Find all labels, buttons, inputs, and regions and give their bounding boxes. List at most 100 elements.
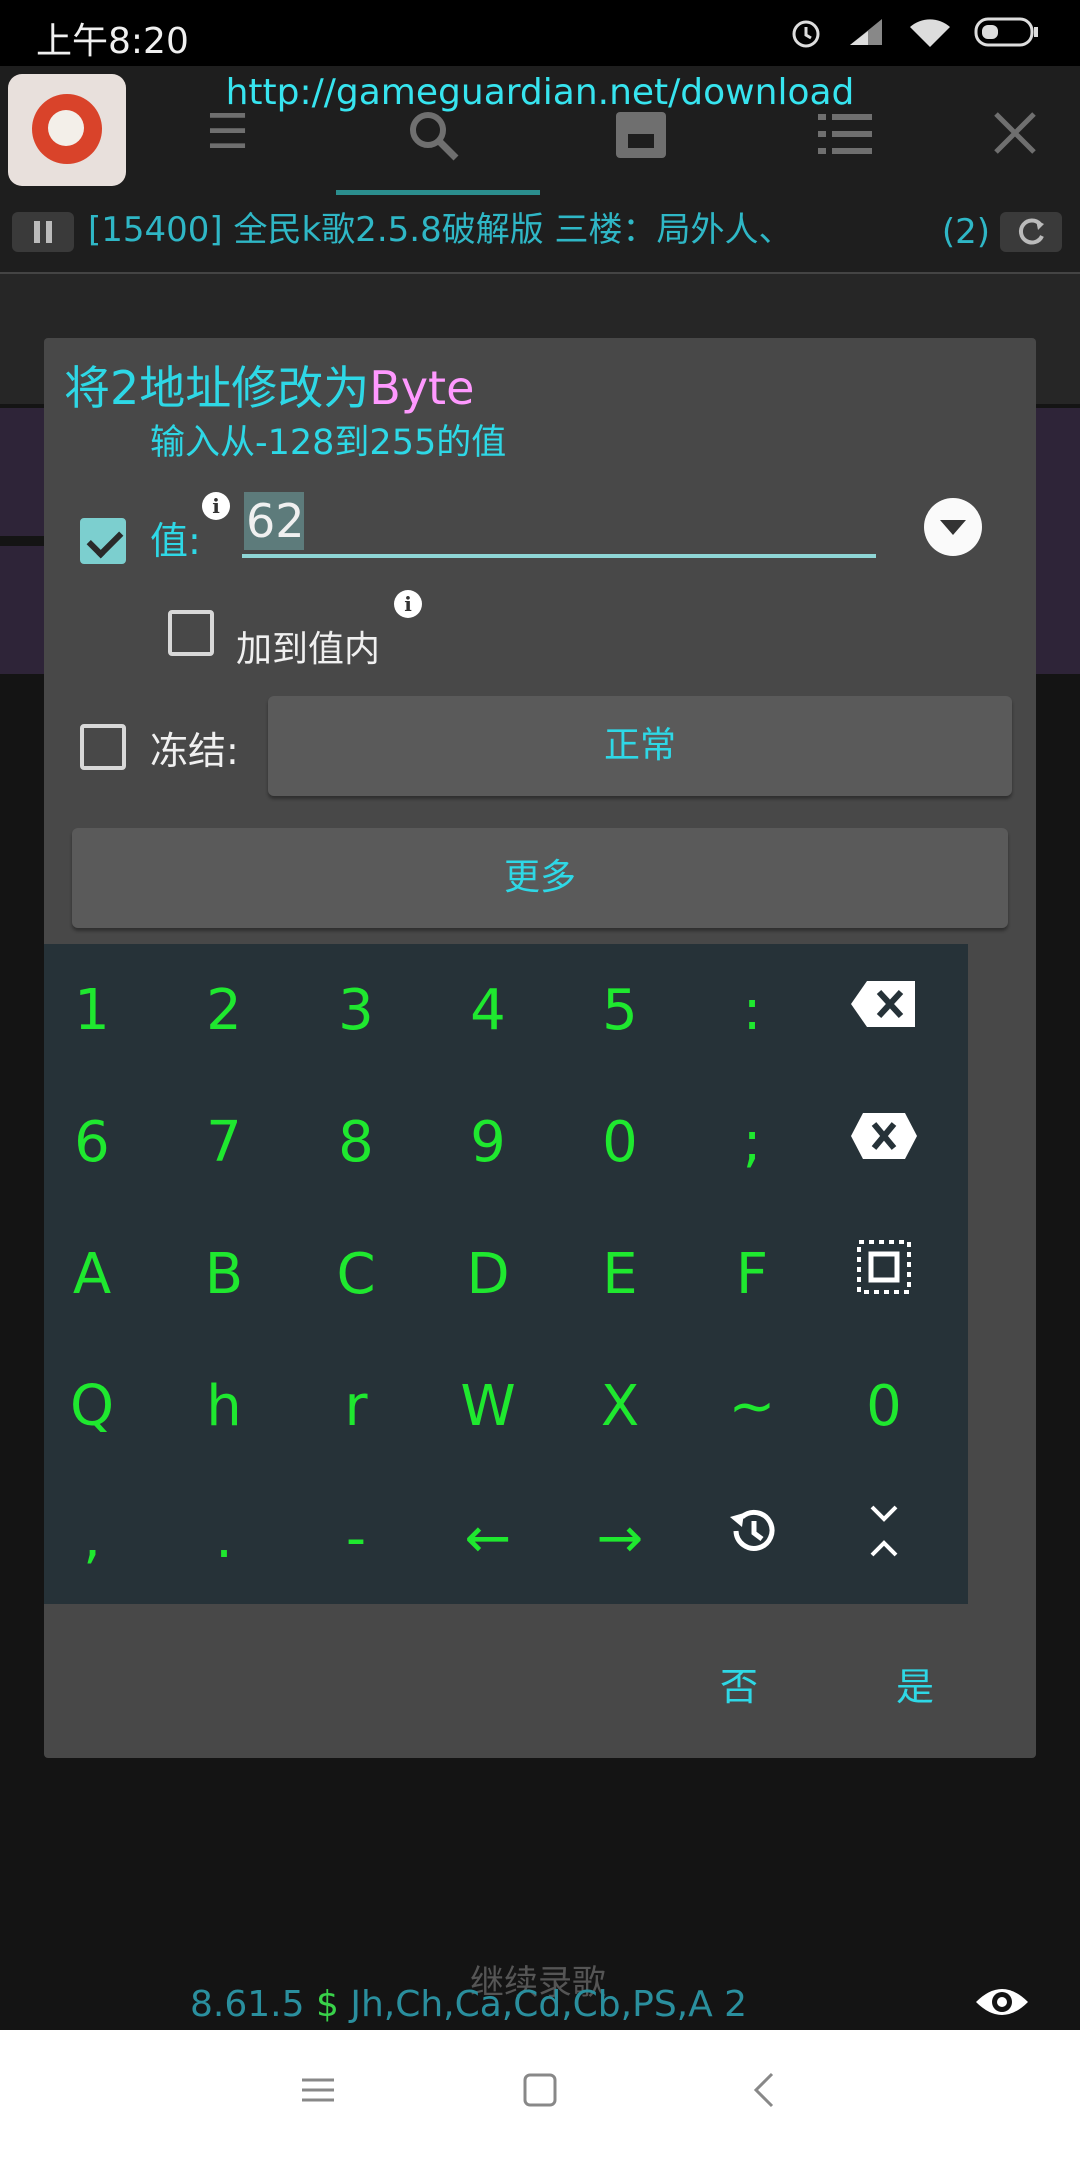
key-D[interactable]: D	[422, 1208, 554, 1340]
dialog-title: 将2地址修改为Byte	[64, 352, 474, 418]
key-semicolon[interactable]: ;	[686, 1076, 818, 1208]
wifi-icon	[910, 19, 950, 47]
battery-icon	[974, 17, 1038, 47]
key-label: 3	[338, 977, 374, 1043]
key-E[interactable]: E	[554, 1208, 686, 1340]
key-colon[interactable]: :	[686, 944, 818, 1076]
hex-keyboard: 1 2 3 4 5: 6 7 8 9 0; A B C D E F Qh r W X ~0,. - ← →	[44, 944, 968, 1604]
collapse-key[interactable]	[818, 1472, 950, 1604]
result-row-bg	[0, 408, 44, 536]
dialog-title-type: Byte	[369, 361, 475, 415]
status-icons	[788, 14, 1040, 50]
process-count: (2)	[941, 212, 990, 252]
process-label[interactable]: [15400] 全民k歌2.5.8破解版 三楼：局外人、	[88, 202, 793, 251]
key-2[interactable]: 2	[158, 944, 290, 1076]
search-icon[interactable]	[406, 108, 462, 164]
key-label: ;	[742, 1109, 762, 1175]
more-button[interactable]: 更多	[72, 828, 1008, 928]
clear-key[interactable]	[818, 1076, 950, 1208]
save-icon[interactable]	[614, 110, 668, 160]
close-icon[interactable]	[992, 110, 1038, 156]
value-range-hint: 输入从-128到255的值	[150, 423, 507, 463]
key-8[interactable]: 8	[290, 1076, 422, 1208]
key-A[interactable]: A	[26, 1208, 158, 1340]
value-info-icon[interactable]: i	[202, 492, 230, 520]
key-label: C	[336, 1241, 376, 1307]
key-label: h	[206, 1373, 242, 1439]
key-label: 7	[206, 1109, 242, 1175]
select-all-icon	[856, 1239, 912, 1309]
key-right-arrow[interactable]: →	[554, 1472, 686, 1604]
key-minus[interactable]: -	[290, 1472, 422, 1604]
history-key[interactable]	[686, 1472, 818, 1604]
key-label: :	[742, 977, 762, 1043]
key-comma[interactable]: ,	[26, 1472, 158, 1604]
refresh-icon[interactable]	[1000, 212, 1062, 252]
key-label: F	[735, 1241, 769, 1307]
key-6[interactable]: 6	[26, 1076, 158, 1208]
value-input[interactable]	[242, 488, 876, 558]
key-5[interactable]: 5	[554, 944, 686, 1076]
gg-version-line: 8.61.5 $ Jh,Ch,Ca,Cd,Cb,PS,A 2	[190, 1984, 747, 2025]
gg-download-url[interactable]: http://gameguardian.net/download	[0, 72, 1080, 113]
key-label: 4	[470, 977, 506, 1043]
key-label: →	[596, 1505, 644, 1571]
key-label: 0	[602, 1109, 638, 1175]
dollar-sign: $	[315, 1984, 339, 2025]
key-label: Q	[69, 1373, 115, 1439]
key-F[interactable]: F	[686, 1208, 818, 1340]
key-r[interactable]: r	[290, 1340, 422, 1472]
key-4[interactable]: 4	[422, 944, 554, 1076]
backspace-key[interactable]	[818, 944, 950, 1076]
key-tilde[interactable]: ~	[686, 1340, 818, 1472]
key-1[interactable]: 1	[26, 944, 158, 1076]
key-label: .	[215, 1505, 233, 1571]
key-0[interactable]: 0	[554, 1076, 686, 1208]
menu-nav-icon[interactable]	[300, 2072, 336, 2108]
system-navigation-bar	[0, 2030, 1080, 2160]
add-to-value-info-icon[interactable]: i	[394, 590, 422, 618]
key-B[interactable]: B	[158, 1208, 290, 1340]
alarm-icon	[792, 20, 820, 48]
eye-icon[interactable]	[974, 1982, 1030, 2022]
key-label: r	[344, 1373, 368, 1439]
value-checkbox[interactable]	[80, 518, 126, 564]
key-3[interactable]: 3	[290, 944, 422, 1076]
key-C[interactable]: C	[290, 1208, 422, 1340]
result-row-bg	[0, 546, 44, 674]
key-left-arrow[interactable]: ←	[422, 1472, 554, 1604]
key-W[interactable]: W	[422, 1340, 554, 1472]
freeze-label: 冻结:	[150, 729, 239, 773]
key-label: W	[460, 1373, 516, 1439]
freeze-checkbox[interactable]	[80, 724, 126, 770]
status-bar: 上午8:20	[0, 0, 1080, 66]
key-label: E	[602, 1241, 638, 1307]
history-dropdown-icon[interactable]	[924, 498, 982, 556]
key-label: X	[600, 1373, 640, 1439]
add-to-value-checkbox[interactable]	[168, 610, 214, 656]
pause-button[interactable]	[12, 212, 74, 252]
key-9[interactable]: 9	[422, 1076, 554, 1208]
key-label: 1	[74, 977, 110, 1043]
back-nav-icon[interactable]	[752, 2072, 776, 2108]
key-label: 0	[866, 1373, 902, 1439]
key-h[interactable]: h	[158, 1340, 290, 1472]
key-label: ←	[464, 1505, 512, 1571]
key-X[interactable]: X	[554, 1340, 686, 1472]
key-Q[interactable]: Q	[26, 1340, 158, 1472]
gg-flags: Jh,Ch,Ca,Cd,Cb,PS,A 2	[350, 1984, 748, 2025]
key-0[interactable]: 0	[818, 1340, 950, 1472]
key-label: 8	[338, 1109, 374, 1175]
home-nav-icon[interactable]	[522, 2072, 558, 2108]
key-period[interactable]: .	[158, 1472, 290, 1604]
cancel-button[interactable]: 否	[720, 1656, 758, 1711]
key-label: -	[345, 1505, 367, 1571]
select-all-key[interactable]	[818, 1208, 950, 1340]
confirm-button[interactable]: 是	[896, 1656, 934, 1711]
status-time: 上午8:20	[36, 21, 189, 62]
key-7[interactable]: 7	[158, 1076, 290, 1208]
list-icon[interactable]	[818, 112, 872, 156]
signal-icon	[850, 19, 882, 45]
freeze-mode-button[interactable]: 正常	[268, 696, 1012, 796]
result-row-bg	[1036, 408, 1080, 674]
